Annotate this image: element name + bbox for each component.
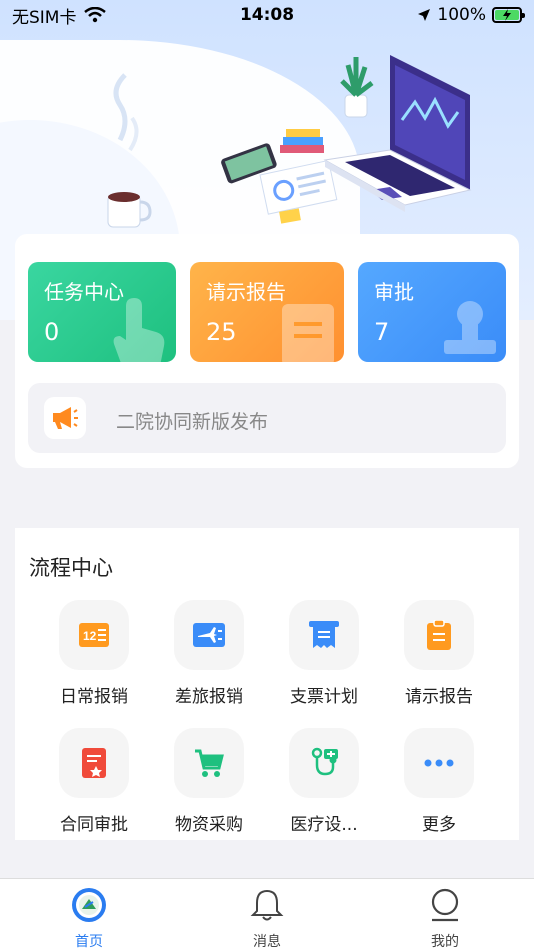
megaphone-icon — [44, 397, 86, 439]
process-center-title: 流程中心 — [29, 556, 113, 580]
task-center-count: 0 — [44, 318, 60, 346]
plane-icon — [174, 600, 244, 670]
process-item-check-plan[interactable]: 支票计划 — [269, 600, 379, 720]
status-bar: 无SIM卡 14:08 100% — [0, 0, 534, 30]
tab-messages-label: 消息 — [253, 934, 281, 950]
home-logo-icon — [72, 888, 106, 922]
process-item-label: 更多 — [422, 815, 456, 835]
announcement-bar[interactable]: 二院协同新版发布 — [28, 383, 506, 453]
task-center-card[interactable]: 任务中心 0 — [28, 262, 176, 362]
tab-bar: 首页 消息 我的 — [0, 878, 534, 950]
more-icon — [404, 728, 474, 798]
hand-pointer-icon — [113, 298, 165, 362]
process-item-material-purchase[interactable]: 物资采购 — [154, 728, 264, 848]
user-icon — [431, 888, 459, 922]
announcement-text: 二院协同新版发布 — [116, 411, 269, 433]
process-item-label: 请示报告 — [405, 687, 473, 707]
clipboard-icon — [404, 600, 474, 670]
tab-home[interactable]: 首页 — [0, 879, 178, 950]
process-item-label: 差旅报销 — [175, 687, 243, 707]
report-card[interactable]: 请示报告 25 — [190, 262, 344, 362]
contract-icon — [59, 728, 129, 798]
tab-profile[interactable]: 我的 — [356, 879, 534, 950]
process-item-more[interactable]: 更多 — [384, 728, 494, 848]
approval-count: 7 — [374, 318, 390, 346]
bell-icon — [250, 889, 284, 921]
svg-text:12: 12 — [83, 629, 97, 643]
process-item-label: 医疗设... — [290, 815, 358, 835]
process-item-request-report[interactable]: 请示报告 — [384, 600, 494, 720]
summary-card: 任务中心 0 请示报告 25 审批 7 二院协同新版发布 — [15, 234, 519, 468]
battery-icon — [492, 7, 525, 23]
report-count: 25 — [206, 318, 237, 346]
process-item-contract-approval[interactable]: 合同审批 — [39, 728, 149, 848]
process-item-medical-equipment[interactable]: 医疗设... — [269, 728, 379, 848]
approval-card[interactable]: 审批 7 — [358, 262, 506, 362]
tab-home-label: 首页 — [75, 934, 103, 950]
process-center: 流程中心 12 日常报销 差旅报销 支票计划 请示报告 合同审批 物资采购 医疗… — [15, 528, 519, 840]
stamp-icon — [444, 301, 496, 354]
office-illustration-icon — [107, 55, 472, 228]
approval-title: 审批 — [374, 280, 414, 304]
tab-profile-label: 我的 — [431, 934, 459, 950]
report-title: 请示报告 — [206, 280, 286, 304]
process-item-daily-reimbursement[interactable]: 12 日常报销 — [39, 600, 149, 720]
process-item-label: 支票计划 — [290, 687, 358, 707]
process-item-label: 合同审批 — [60, 815, 128, 835]
status-time: 14:08 — [239, 5, 295, 25]
tab-messages[interactable]: 消息 — [178, 879, 356, 950]
process-item-label: 物资采购 — [175, 815, 243, 835]
receipt-icon — [289, 600, 359, 670]
process-item-travel-reimbursement[interactable]: 差旅报销 — [154, 600, 264, 720]
process-item-label: 日常报销 — [60, 687, 128, 707]
calendar-icon: 12 — [59, 600, 129, 670]
clipboard-deco-icon — [282, 304, 334, 362]
stethoscope-icon — [289, 728, 359, 798]
cart-icon — [174, 728, 244, 798]
